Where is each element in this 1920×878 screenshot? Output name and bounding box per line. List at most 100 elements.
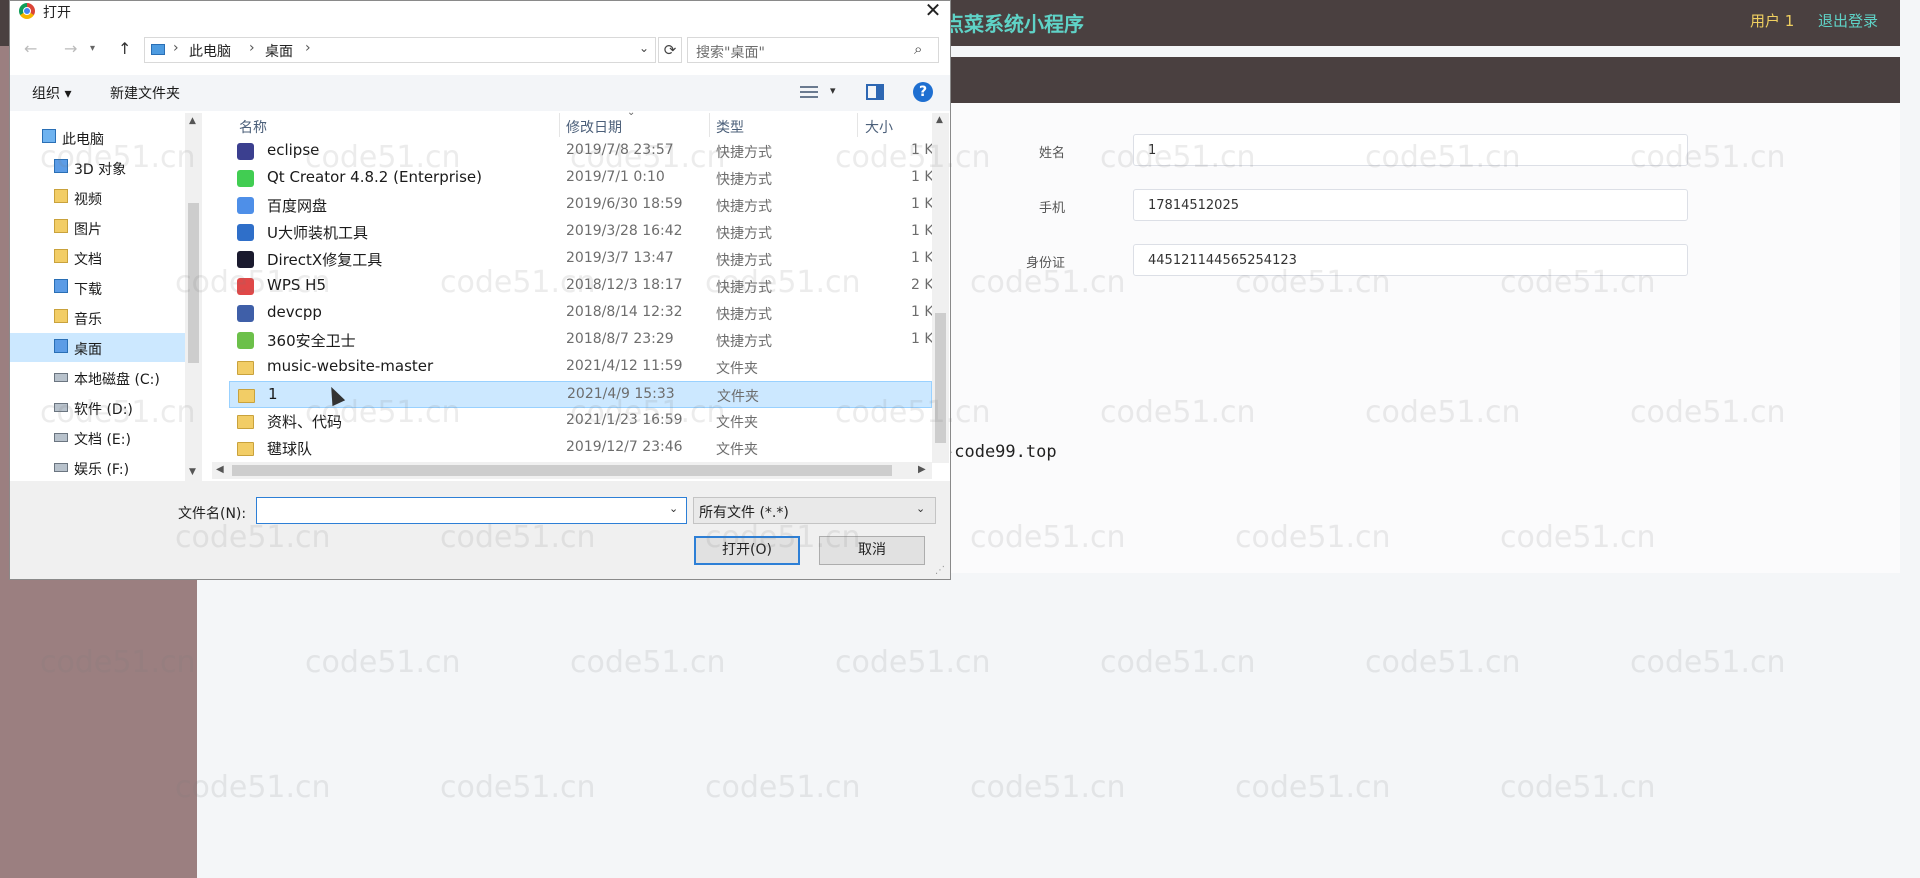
nav-item[interactable]: 下载 [10, 273, 185, 302]
cancel-button[interactable]: 取消 [819, 536, 925, 565]
file-name: Qt Creator 4.8.2 (Enterprise) [267, 168, 482, 186]
chevron-down-icon[interactable]: ▾ [830, 84, 836, 97]
chevron-right-icon[interactable]: › [305, 40, 311, 56]
preview-pane-icon[interactable] [866, 84, 884, 100]
file-list: ⌄ 名称 修改日期 类型 大小 eclipse 2019/7/8 23:57 快捷方… [229, 107, 941, 481]
nav-item[interactable]: 视频 [10, 183, 185, 212]
file-row[interactable]: 资料、代码 2021/1/23 16:59 文件夹 [229, 408, 932, 435]
scrollbar-thumb[interactable] [188, 203, 199, 363]
search-placeholder: 搜索"桌面" [696, 45, 765, 61]
name-input[interactable]: 1 [1133, 134, 1688, 166]
file-date: 2019/12/7 23:46 [566, 439, 683, 455]
folder-icon [237, 442, 254, 456]
file-name: 毽球队 [267, 440, 313, 458]
scroll-right-icon[interactable]: ▶ [918, 464, 926, 475]
file-row[interactable]: WPS H5 2018/12/3 18:17 快捷方式 2 K [229, 273, 934, 300]
nav-item[interactable]: 3D 对象 [10, 153, 185, 182]
back-arrow-icon[interactable]: ← [24, 39, 37, 58]
file-row[interactable]: 毽球队 2019/12/7 23:46 文件夹 [229, 435, 932, 462]
navigation-pane-scrollbar[interactable]: ▲ ▼ [185, 113, 202, 481]
nav-item-label: 下载 [74, 282, 102, 298]
close-icon[interactable]: ✕ [918, 0, 948, 22]
file-open-dialog: 打开 ✕ ← → ▾ ↑ › 此电脑 › 桌面 › ⌄ ⟳ 搜索"桌面" ⌕ 组… [9, 0, 951, 580]
file-name: 360安全卫士 [267, 332, 356, 350]
help-icon[interactable]: ? [913, 82, 933, 102]
file-row[interactable]: eclipse 2019/7/8 23:57 快捷方式 1 K [229, 138, 934, 165]
file-size: 1 K [911, 223, 934, 239]
scroll-left-icon[interactable]: ◀ [216, 464, 224, 475]
address-bar[interactable]: › 此电脑 › 桌面 › ⌄ [144, 37, 656, 63]
app-title: 点菜系统小程序 [944, 12, 1084, 36]
logout-link[interactable]: 退出登录 [1818, 10, 1878, 31]
file-name: WPS H5 [267, 276, 326, 294]
form-row-id: 身份证 445121144565254123 [940, 244, 1690, 278]
nav-item[interactable]: 此电脑 [10, 123, 185, 152]
nav-item[interactable]: 音乐 [10, 303, 185, 332]
search-icon[interactable]: ⌕ [914, 40, 922, 58]
recent-locations-icon[interactable]: ▾ [90, 43, 95, 54]
column-header-name[interactable]: 名称 [239, 117, 267, 137]
breadcrumb-this-pc[interactable]: 此电脑 [189, 41, 231, 61]
nav-item[interactable]: 文档 [10, 243, 185, 272]
nav-item[interactable]: 本地磁盘 (C:) [10, 363, 185, 392]
scrollbar-thumb[interactable] [232, 465, 892, 476]
phone-input[interactable]: 17814512025 [1133, 189, 1688, 221]
search-input[interactable]: 搜索"桌面" ⌕ [687, 37, 939, 63]
column-header-type[interactable]: 类型 [716, 117, 744, 137]
view-details-icon[interactable] [800, 86, 818, 100]
filename-input[interactable]: ⌄ [256, 497, 687, 524]
column-header-date[interactable]: 修改日期 [566, 117, 622, 137]
file-row[interactable]: 360安全卫士 2018/8/7 23:29 快捷方式 1 K [229, 327, 934, 354]
forward-arrow-icon[interactable]: → [64, 39, 77, 58]
file-name: U大师装机工具 [267, 224, 368, 242]
open-button[interactable]: 打开(O) [694, 536, 800, 565]
nav-item[interactable]: 软件 (D:) [10, 393, 185, 422]
file-size: 1 K [911, 250, 934, 266]
watermark-text: code51.cn [835, 645, 991, 680]
new-folder-button[interactable]: 新建文件夹 [110, 83, 180, 103]
column-divider[interactable] [709, 113, 710, 137]
scroll-up-icon[interactable]: ▲ [189, 116, 196, 126]
breadcrumb-desktop[interactable]: 桌面 [265, 41, 293, 61]
user-name-link[interactable]: 用户 1 [1750, 10, 1794, 31]
id-card-input[interactable]: 445121144565254123 [1133, 244, 1688, 276]
column-divider[interactable] [559, 113, 560, 137]
file-date: 2019/6/30 18:59 [566, 196, 683, 212]
file-type: 快捷方式 [716, 280, 772, 296]
file-list-hscrollbar[interactable]: ◀ ▶ [212, 462, 932, 479]
column-divider[interactable] [857, 113, 858, 137]
scrollbar-thumb[interactable] [935, 313, 946, 443]
file-row[interactable]: music-website-master 2021/4/12 11:59 文件夹 [229, 354, 932, 381]
organize-menu-button[interactable]: 组织 ▾ [32, 83, 71, 103]
refresh-icon[interactable]: ⟳ [658, 37, 682, 63]
file-list-scrollbar[interactable]: ▲ [932, 113, 949, 463]
nav-item[interactable]: 桌面 [10, 333, 185, 362]
chevron-right-icon[interactable]: › [173, 40, 179, 56]
navigation-bar: ← → ▾ ↑ › 此电脑 › 桌面 › ⌄ ⟳ 搜索"桌面" ⌕ [10, 29, 950, 73]
up-arrow-icon[interactable]: ↑ [118, 39, 131, 58]
resize-grip-icon[interactable]: ⋰ [935, 565, 945, 576]
nav-item[interactable]: 娱乐 (F:) [10, 453, 185, 482]
file-row[interactable]: devcpp 2018/8/14 12:32 快捷方式 1 K [229, 300, 934, 327]
dialog-titlebar[interactable]: 打开 ✕ [10, 0, 950, 23]
nav-item[interactable]: 图片 [10, 213, 185, 242]
dialog-footer: 文件名(N): ⌄ 所有文件 (*.*) ⌄ 打开(O) 取消 ⋰ [10, 481, 950, 579]
desktop-icon [54, 339, 68, 353]
file-row[interactable]: U大师装机工具 2019/3/28 16:42 快捷方式 1 K [229, 219, 934, 246]
chevron-right-icon[interactable]: › [249, 40, 255, 56]
file-row[interactable]: 百度网盘 2019/6/30 18:59 快捷方式 1 K [229, 192, 934, 219]
chevron-down-icon[interactable]: ⌄ [916, 502, 925, 515]
file-row[interactable]: Qt Creator 4.8.2 (Enterprise) 2019/7/1 0:… [229, 165, 934, 192]
file-row[interactable]: DirectX修复工具 2019/3/7 13:47 快捷方式 1 K [229, 246, 934, 273]
filetype-select[interactable]: 所有文件 (*.*) ⌄ [693, 497, 936, 524]
chevron-down-icon[interactable]: ⌄ [639, 41, 649, 55]
file-size: 1 K [911, 142, 934, 158]
file-size: 1 K [911, 331, 934, 347]
scroll-down-icon[interactable]: ▼ [189, 467, 196, 477]
chevron-down-icon[interactable]: ⌄ [669, 502, 678, 515]
form-row-name: 姓名 1 [940, 134, 1690, 168]
nav-item[interactable]: 文档 (E:) [10, 423, 185, 452]
column-header-size[interactable]: 大小 [865, 117, 893, 137]
scroll-up-icon[interactable]: ▲ [936, 115, 943, 125]
file-date: 2021/1/23 16:59 [566, 412, 683, 428]
